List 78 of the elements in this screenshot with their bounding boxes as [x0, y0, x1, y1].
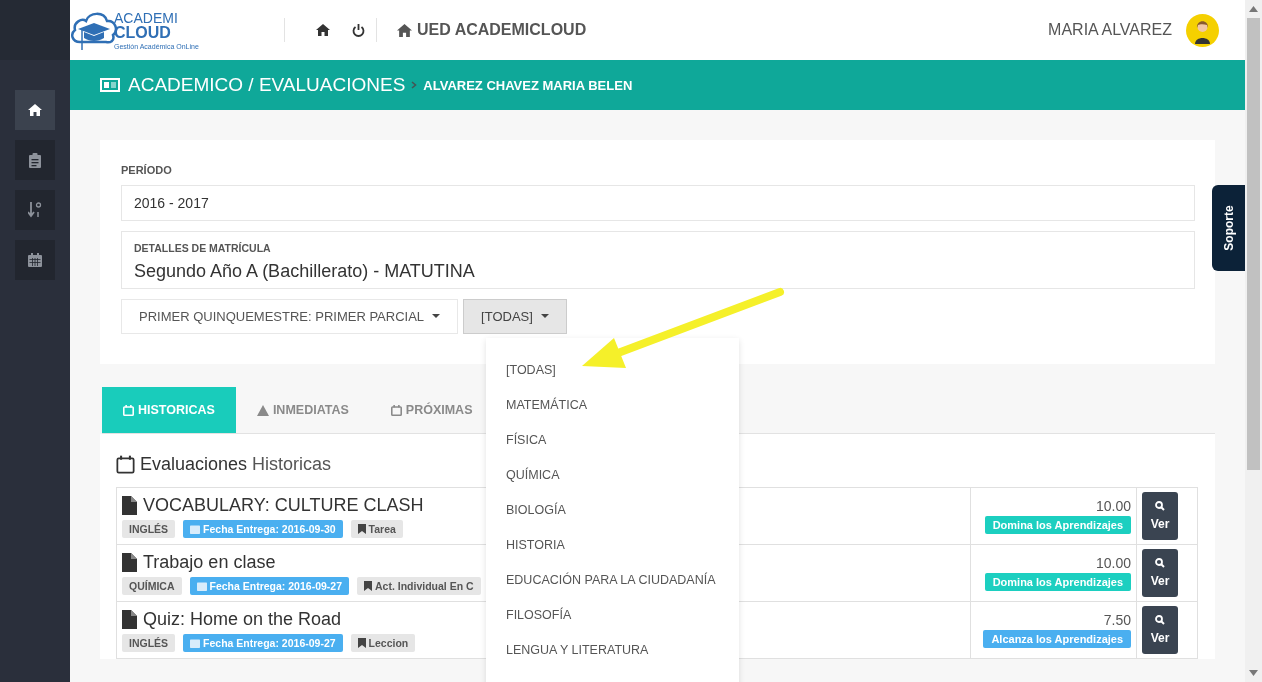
document-icon — [122, 610, 137, 629]
status-badge: Domina los Aprendizajes — [984, 573, 1132, 591]
type-tag: Leccion — [350, 634, 416, 652]
sidebar-button[interactable] — [15, 140, 55, 180]
section-subtitle: Historicas — [252, 454, 332, 475]
scrollbar[interactable] — [1245, 0, 1262, 682]
calendar-icon — [123, 404, 134, 416]
section-title: Evaluaciones — [140, 454, 248, 475]
calendar-icon — [390, 404, 402, 416]
view-button[interactable]: Ver — [1142, 549, 1179, 597]
calendar-icon — [190, 524, 201, 534]
view-button[interactable]: Ver — [1142, 606, 1179, 654]
home-icon — [397, 23, 412, 37]
bookmark-icon — [364, 581, 372, 591]
school-name: UED ACADEMICLOUD — [417, 21, 587, 39]
sidebar-button[interactable] — [15, 240, 55, 280]
evaluation-title[interactable]: VOCABULARY: CULTURE CLASH — [143, 495, 424, 516]
scroll-up-icon[interactable] — [1249, 6, 1258, 12]
home-icon — [28, 104, 42, 116]
power-icon — [352, 23, 365, 37]
type-tag: Tarea — [350, 520, 403, 538]
subject-tag: INGLÉS — [122, 520, 176, 538]
filter-dropdown[interactable]: [TODAS] — [463, 299, 567, 334]
scroll-down-icon[interactable] — [1249, 670, 1258, 676]
view-button[interactable]: Ver — [1142, 492, 1179, 540]
enrollment-value: Segundo Año A (Bachillerato) - MATUTINA — [134, 261, 476, 282]
due-date-tag: Fecha Entrega: 2016-09-27 — [183, 634, 343, 652]
due-date-tag: Fecha Entrega: 2016-09-30 — [183, 520, 343, 538]
dropdown-item[interactable]: EDUCACIÓN PARA LA CIUDADANÍA — [486, 563, 739, 598]
filter-dropdown[interactable]: PRIMER QUINQUEMESTRE: PRIMER PARCIAL — [121, 299, 459, 334]
type-tag: Act. Individual En C — [357, 577, 481, 595]
evaluation-title[interactable]: Trabajo en clase — [143, 552, 276, 573]
dropdown-item[interactable]: [TODAS] — [486, 353, 739, 388]
field-label: PERÍODO — [121, 164, 173, 176]
chevron-icon — [411, 81, 418, 89]
search-icon — [1155, 501, 1166, 511]
sidebar-button[interactable] — [15, 90, 55, 130]
dropdown-item[interactable]: HISTORIA — [486, 528, 739, 563]
document-icon — [122, 496, 137, 515]
status-badge: Alcanza los Aprendizajes — [983, 630, 1132, 648]
score: 7.50 — [1102, 612, 1132, 628]
caret-icon — [540, 314, 549, 319]
dropdown-item[interactable]: LENGUA Y LITERATURA — [486, 633, 739, 668]
calendar-icon — [116, 455, 135, 474]
caret-icon — [432, 314, 441, 319]
status-badge: Domina los Aprendizajes — [984, 516, 1132, 534]
search-icon — [1155, 615, 1166, 625]
field-label: DETALLES DE MATRÍCULA — [134, 242, 272, 254]
id-card-icon — [100, 78, 120, 92]
search-icon — [1155, 558, 1166, 568]
score: 10.00 — [1095, 555, 1132, 571]
student-name: ALVAREZ CHAVEZ MARIA BELEN — [423, 77, 633, 93]
evaluation-title[interactable]: Quiz: Home on the Road — [143, 609, 342, 630]
warning-icon — [256, 404, 269, 416]
home-icon — [316, 24, 330, 36]
document-icon — [122, 553, 137, 572]
dropdown-item[interactable]: BIOLOGÍA — [486, 493, 739, 528]
period-field[interactable]: 2016 - 2017 — [121, 185, 1195, 221]
calendar-icon — [196, 581, 207, 591]
sidebar-button[interactable] — [15, 190, 55, 230]
calendar-icon — [28, 253, 42, 267]
subject-tag: INGLÉS — [122, 634, 176, 652]
dropdown-item[interactable]: FILOSOFÍA — [486, 598, 739, 633]
support-tab[interactable]: Soporte — [1212, 185, 1245, 271]
calendar-icon — [190, 638, 201, 648]
due-date-tag: Fecha Entrega: 2016-09-27 — [189, 577, 349, 595]
clipboard-icon — [29, 152, 41, 168]
bookmark-icon — [357, 524, 366, 534]
breadcrumb: ACADEMICO / EVALUACIONES — [128, 74, 406, 96]
avatar-icon[interactable] — [1186, 13, 1219, 47]
logo-text: CLOUD — [114, 24, 172, 41]
bookmark-icon — [357, 638, 366, 648]
user-name[interactable]: MARIA ALVAREZ — [1048, 21, 1172, 39]
dropdown-item[interactable]: QUÍMICA — [486, 458, 739, 493]
sort-icon — [28, 202, 42, 218]
subject-tag: QUÍMICA — [122, 577, 182, 595]
logo-text: ACADEMI — [114, 10, 179, 25]
score: 10.00 — [1095, 498, 1132, 514]
